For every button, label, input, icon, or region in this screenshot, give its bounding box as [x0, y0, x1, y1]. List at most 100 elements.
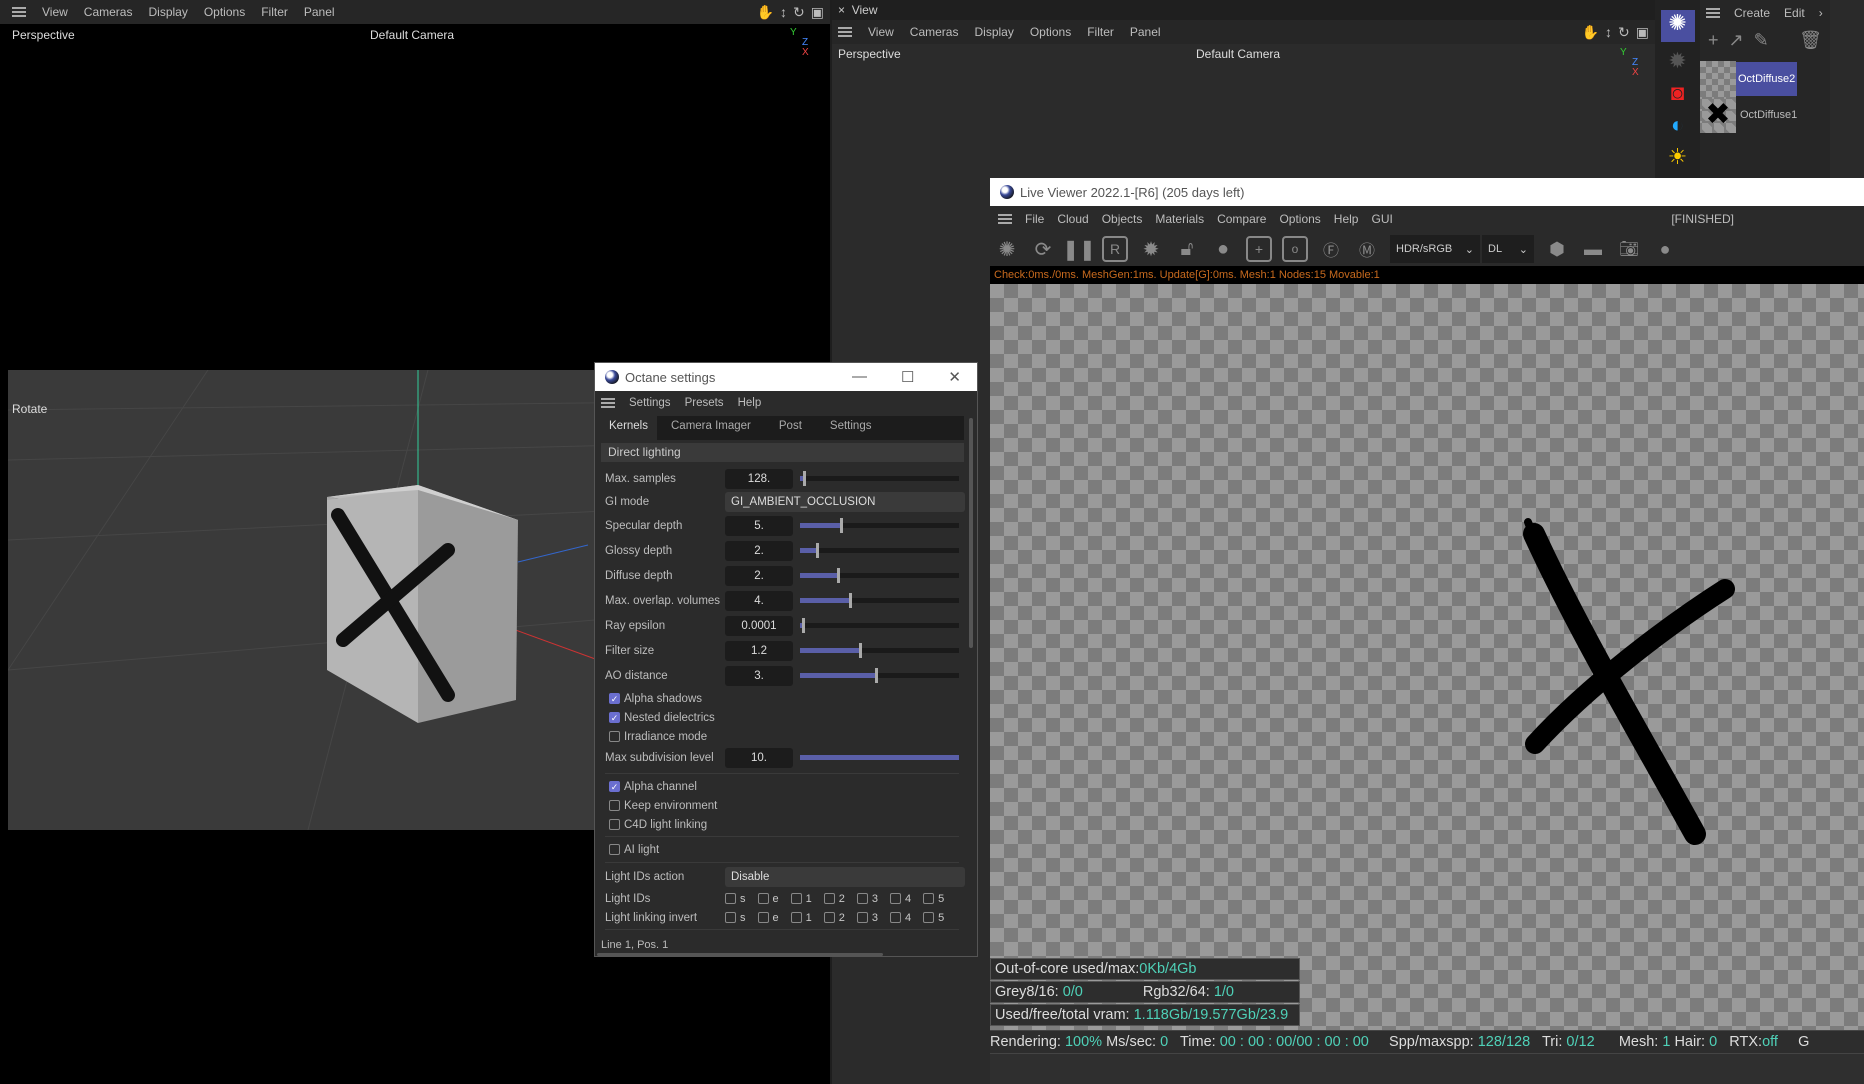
layout-icon[interactable]: ▣: [811, 4, 824, 21]
menu-options[interactable]: Options: [1030, 25, 1071, 39]
menu-view[interactable]: View: [42, 5, 68, 19]
octane-logo-icon[interactable]: ✺: [1660, 10, 1695, 42]
hamburger-icon[interactable]: [12, 7, 26, 17]
checkbox-row[interactable]: ✓ Nested dielectrics: [609, 707, 959, 728]
menu-options[interactable]: Options: [1279, 212, 1320, 226]
pan-icon[interactable]: ✋: [757, 4, 774, 21]
pause-icon[interactable]: ❚❚: [1062, 236, 1096, 262]
settings-gear-icon[interactable]: ✹: [1668, 48, 1686, 74]
light-id-checkbox[interactable]: 1: [790, 893, 812, 905]
light-id-checkbox[interactable]: 1: [790, 912, 812, 924]
material-pick-icon[interactable]: Ⓜ: [1354, 236, 1380, 262]
tab-settings[interactable]: Settings: [816, 416, 886, 440]
contrast-icon[interactable]: ◐: [1671, 112, 1684, 138]
hexagon-icon[interactable]: ⬢: [1544, 236, 1570, 262]
param-slider[interactable]: [800, 518, 959, 533]
checkbox[interactable]: [609, 800, 620, 811]
light-id-checkbox[interactable]: 4: [890, 893, 911, 905]
chevron-right-icon[interactable]: ›: [1819, 6, 1823, 20]
menu-panel[interactable]: Panel: [304, 5, 335, 19]
unlock-icon[interactable]: 🔓︎: [1174, 236, 1200, 262]
checkbox[interactable]: ✓: [609, 712, 620, 723]
menu-materials[interactable]: Materials: [1155, 212, 1204, 226]
menu-create[interactable]: Create: [1734, 6, 1770, 20]
menu-compare[interactable]: Compare: [1217, 212, 1266, 226]
menu-help[interactable]: Help: [1334, 212, 1359, 226]
material-item[interactable]: ✖ OctDiffuse1: [1700, 97, 1830, 133]
picker-icon[interactable]: ✎: [1754, 30, 1769, 51]
checkbox[interactable]: ✓: [609, 693, 620, 704]
move-icon[interactable]: ↕: [1605, 24, 1612, 41]
light-id-checkbox[interactable]: 2: [823, 912, 845, 924]
minimize-button[interactable]: —: [852, 368, 867, 386]
param-slider[interactable]: [800, 471, 959, 486]
octane-logo-icon[interactable]: ✺: [994, 236, 1020, 262]
gi-mode-select[interactable]: GI_AMBIENT_OCCLUSION: [725, 491, 965, 512]
menu-filter[interactable]: Filter: [261, 5, 288, 19]
camera-label[interactable]: Default Camera: [370, 28, 454, 42]
hamburger-icon[interactable]: [1706, 8, 1720, 18]
add-icon[interactable]: +: [1708, 30, 1719, 51]
pan-icon[interactable]: ✋: [1582, 24, 1599, 41]
menu-display[interactable]: Display: [974, 25, 1013, 39]
rotate-icon[interactable]: ↻: [793, 4, 805, 21]
menu-cloud[interactable]: Cloud: [1057, 212, 1088, 226]
arrow-icon[interactable]: ↗: [1729, 30, 1744, 51]
param-value-field[interactable]: 1.2: [725, 640, 793, 661]
region-render-icon[interactable]: R: [1102, 236, 1128, 262]
camera-label[interactable]: Default Camera: [1196, 47, 1280, 61]
param-value-field[interactable]: 2.: [725, 565, 793, 586]
light-id-checkbox[interactable]: 2: [823, 893, 845, 905]
tab-camera-imager[interactable]: Camera Imager: [657, 416, 765, 440]
material-item[interactable]: OctDiffuse2: [1700, 61, 1830, 97]
hamburger-icon[interactable]: [601, 398, 615, 408]
checkbox-row[interactable]: ✓ Alpha shadows: [609, 688, 959, 709]
light-id-checkbox[interactable]: e: [757, 893, 779, 905]
scrollbar[interactable]: [969, 418, 973, 648]
menu-gui[interactable]: GUI: [1371, 212, 1392, 226]
checkbox[interactable]: [609, 844, 620, 855]
light-id-checkbox[interactable]: s: [725, 893, 746, 905]
rotate-icon[interactable]: ↻: [1618, 24, 1630, 41]
render-canvas[interactable]: [990, 284, 1864, 1030]
param-slider[interactable]: [800, 755, 959, 760]
param-slider[interactable]: [800, 643, 959, 658]
checkbox[interactable]: [609, 731, 620, 742]
add-region-icon[interactable]: +: [1246, 236, 1272, 262]
layout-icon[interactable]: ▣: [1636, 24, 1649, 41]
checkbox-row[interactable]: ✓ Alpha channel: [609, 776, 959, 797]
menu-cameras[interactable]: Cameras: [910, 25, 959, 39]
restart-icon[interactable]: ⟳: [1030, 236, 1056, 262]
menu-help[interactable]: Help: [738, 397, 762, 409]
kernel-select[interactable]: DL ⌄: [1482, 235, 1534, 263]
param-value-field[interactable]: 2.: [725, 540, 793, 561]
checkbox-row[interactable]: Irradiance mode: [609, 726, 959, 747]
kernel-select[interactable]: Direct lighting: [601, 443, 964, 462]
menu-settings[interactable]: Settings: [629, 397, 671, 409]
param-value-field[interactable]: 4.: [725, 590, 793, 611]
param-slider[interactable]: [800, 568, 959, 583]
move-icon[interactable]: ↕: [780, 4, 787, 21]
param-slider[interactable]: [800, 593, 959, 608]
gear-icon[interactable]: ✹: [1138, 236, 1164, 262]
light-id-checkbox[interactable]: s: [725, 912, 746, 924]
tab-kernels[interactable]: Kernels: [600, 416, 657, 440]
light-id-checkbox[interactable]: 3: [856, 912, 878, 924]
snapshot-camera-icon[interactable]: 📷︎: [1616, 236, 1642, 262]
focus-region-icon[interactable]: o: [1282, 236, 1308, 262]
sun-icon[interactable]: ☀: [1668, 144, 1688, 170]
param-slider[interactable]: [800, 618, 959, 633]
checkbox-row[interactable]: C4D light linking: [609, 814, 959, 835]
menu-filter[interactable]: Filter: [1087, 25, 1114, 39]
horizontal-scrollbar[interactable]: [597, 953, 883, 956]
param-slider[interactable]: [800, 543, 959, 558]
close-button[interactable]: ✕: [948, 368, 961, 386]
checkbox-row[interactable]: Keep environment: [609, 795, 959, 816]
menu-display[interactable]: Display: [148, 5, 187, 19]
focus-pick-icon[interactable]: Ⓕ: [1318, 236, 1344, 262]
param-value-field[interactable]: 0.0001: [725, 615, 793, 636]
menu-panel[interactable]: Panel: [1130, 25, 1161, 39]
param-slider[interactable]: [800, 668, 959, 683]
close-panel-icon[interactable]: ×: [838, 3, 845, 17]
checkbox[interactable]: [609, 819, 620, 830]
